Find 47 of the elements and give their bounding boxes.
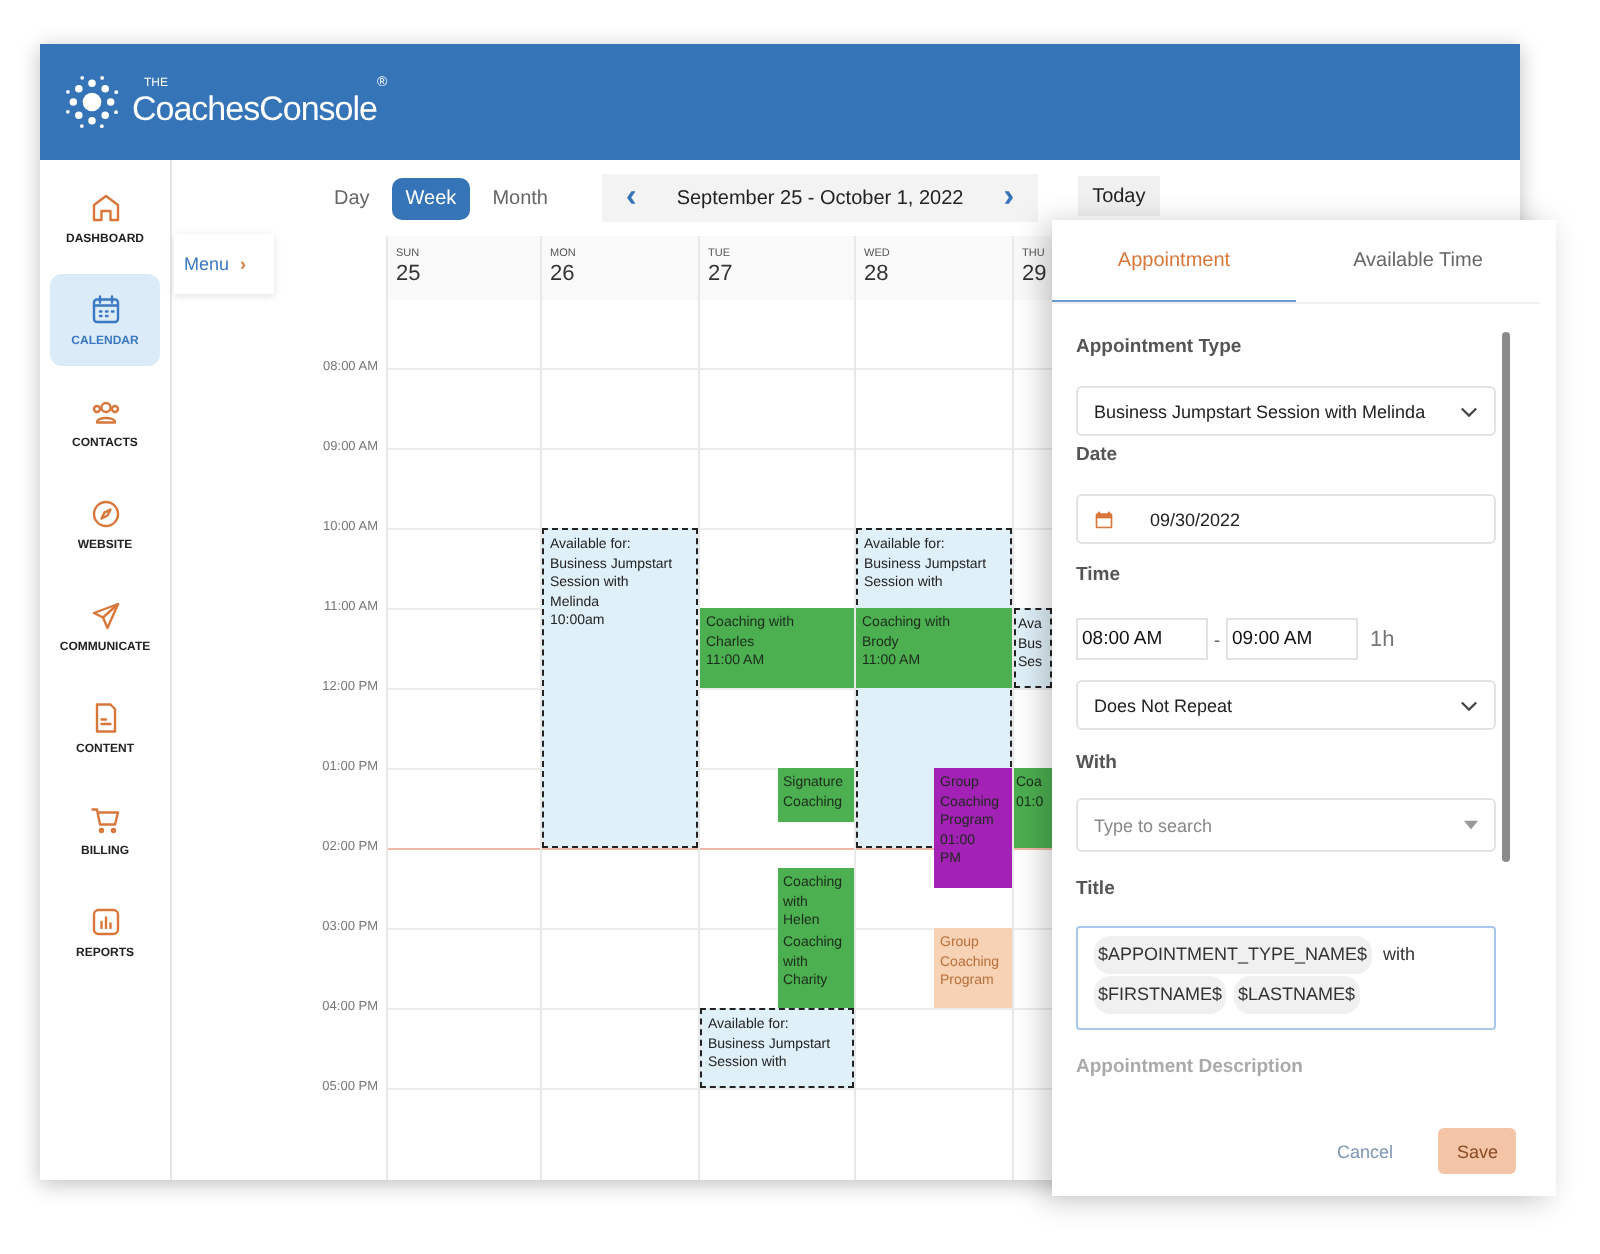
dropdown-triangle-icon [1464,820,1478,830]
field-label: With [1076,750,1119,778]
chevron-down-icon [1460,699,1478,711]
date-number: 26 [550,262,577,286]
previous-button[interactable]: ‹ [609,178,653,218]
view-tab[interactable]: Month [478,177,562,219]
today-button[interactable]: Today [1078,176,1160,216]
title-field[interactable]: $APPOINTMENT_TYPE_NAME$ with $FIRSTNAME$ $LASTNAME$ [1076,926,1496,1030]
appointment-type-select[interactable]: Business Jumpstart Session with Melinda [1076,386,1496,436]
field-label: Appointment Description [1076,1054,1305,1082]
next-button[interactable]: › [987,178,1031,218]
calendar-icon [1094,509,1114,529]
chevron-down-icon [1460,405,1478,417]
end-time-field[interactable]: 09:00 AM [1226,618,1358,660]
time-separator: - [1214,629,1220,649]
date-number: 29 [1022,262,1049,286]
panel-tab[interactable]: Available Time [1296,220,1540,302]
start-time-field[interactable]: 08:00 AM [1076,618,1208,660]
date-field[interactable]: 09/30/2022 [1076,494,1496,544]
variable-tag: $LASTNAME$ [1234,976,1360,1014]
menu-button[interactable]: Menu › [174,234,274,294]
date-number: 27 [708,262,735,286]
date-number: 28 [864,262,891,286]
repeat-select[interactable]: Does Not Repeat [1076,680,1496,730]
field-label: Title [1076,876,1117,904]
calendar-icon [87,292,123,328]
field-label: Date [1076,442,1120,470]
title-word: with [1381,942,1418,968]
date-range: September 25 - October 1, 2022 [674,187,966,209]
house-icon [87,190,123,226]
variable-tag: $FIRSTNAME$ [1094,976,1227,1014]
field-label: Appointment Type [1076,334,1244,362]
cart-icon [87,802,123,838]
field-label: Time [1076,562,1123,590]
contact-search-field[interactable]: Type to search [1076,798,1496,852]
compass-icon [87,496,123,532]
view-tab[interactable]: Day [320,177,384,219]
sparkle-logo-icon [64,74,120,130]
date-number: 25 [396,262,423,286]
panel-tab[interactable]: Appointment [1052,220,1296,302]
duration-text: 1h [1370,627,1395,651]
paper-plane-icon [87,598,123,634]
bar-chart-icon [87,904,123,940]
variable-tag: $APPOINTMENT_TYPE_NAME$ [1094,936,1372,974]
scrollbar[interactable] [1502,332,1510,862]
logo-text: CoachesConsole [132,91,377,127]
view-tab[interactable]: Week [391,177,471,219]
